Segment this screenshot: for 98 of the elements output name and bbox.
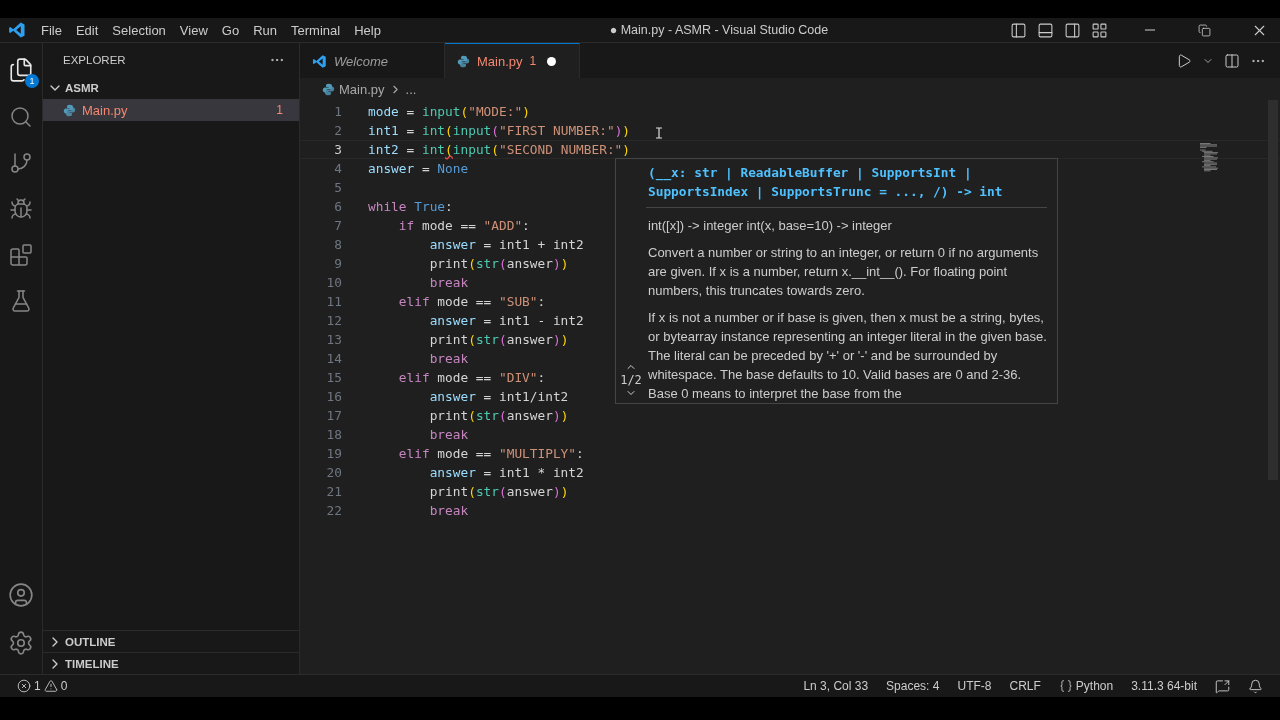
run-debug-icon[interactable] <box>9 197 33 221</box>
source-control-icon[interactable] <box>9 151 33 175</box>
code-line: print(str(answer)) <box>428 256 569 271</box>
menu-item[interactable]: Run <box>246 22 284 38</box>
text-cursor-icon <box>655 127 663 139</box>
page-counter: 1/2 <box>620 373 642 387</box>
code-line: elif mode == "MULTIPLY": <box>397 446 584 461</box>
status-item[interactable]: UTF-8 <box>950 679 999 693</box>
menu-item[interactable]: Edit <box>68 22 106 38</box>
code-line: print(str(answer)) <box>428 484 569 499</box>
doc-paragraph: int([x]) -> integer int(x, base=10) -> integer <box>648 217 893 235</box>
menu-item[interactable]: Go <box>214 22 247 38</box>
status-item[interactable]: Spaces: 4 <box>879 679 947 693</box>
problems-indicator[interactable]: 1 0 <box>10 679 75 693</box>
python-file-icon <box>457 54 470 68</box>
line-number: 9 <box>333 256 343 271</box>
line-number: 8 <box>333 237 343 252</box>
line-number: 17 <box>325 408 343 423</box>
feedback-icon[interactable] <box>1215 678 1230 694</box>
line-number: 19 <box>325 446 343 461</box>
line-number: 3 <box>333 142 343 157</box>
account-icon[interactable] <box>8 582 34 608</box>
line-number: 6 <box>333 199 343 214</box>
line-number: 13 <box>325 332 343 347</box>
signature-text: (__x: str | ReadableBuffer | SupportsInt | SupportsIndex | SupportsTrunc = ..., /) -> int <box>646 159 1047 208</box>
line-number: 16 <box>325 389 343 404</box>
sidebar-title: EXPLORER <box>63 54 126 66</box>
files-icon[interactable] <box>8 57 34 83</box>
secondary-sidebar-icon[interactable] <box>1064 21 1081 39</box>
window-title: ● Main.py - ASMR - Visual Studio Code <box>608 23 830 37</box>
code-line: while True: <box>368 199 453 214</box>
folder-item[interactable]: ASMR <box>43 77 299 99</box>
code-line: answer = None <box>368 161 469 176</box>
tree-item[interactable]: Main.py 1 <box>43 99 299 121</box>
warning-icon <box>43 679 58 693</box>
code-line: int1 = int(input("FIRST NUMBER:")) <box>368 123 631 138</box>
logo-icon <box>312 53 327 69</box>
status-item[interactable]: CRLF <box>1002 679 1048 693</box>
menu-item[interactable]: Selection <box>105 22 173 38</box>
menu-item[interactable]: File <box>34 22 69 38</box>
line-number: 18 <box>325 427 343 442</box>
doc-paragraph: If x is not a number or if base is given, then x must be a string, bytes, or bytearray instance representing an integer literal in the given base. The literal can be preceded by '+' or '-' and be surrounded by whitespace. The base defaults to 10. Valid bases are 0 and 2-36. Base 0 means to interpret the base from the <box>648 309 1047 403</box>
line-number: 15 <box>325 370 343 385</box>
line-number: 22 <box>325 503 343 518</box>
sidebar-toggle-icon[interactable] <box>1010 21 1027 39</box>
code-line: int2 = int(input("SECOND NUMBER:") <box>368 142 631 157</box>
split-editor-icon[interactable] <box>1224 52 1240 69</box>
interpreter-item[interactable]: 3.11.3 64-bit <box>1124 679 1204 693</box>
code-line: elif mode == "SUB": <box>397 294 546 309</box>
section-header[interactable]: OUTLINE <box>43 630 299 652</box>
restore-icon[interactable] <box>1198 23 1211 37</box>
code-line: elif mode == "DIV": <box>397 370 546 385</box>
line-number: 11 <box>325 294 343 309</box>
line-number: 1 <box>333 104 343 119</box>
code-line: break <box>428 351 469 366</box>
code-line: print(str(answer)) <box>428 408 569 423</box>
language-mode[interactable]: Python <box>1051 679 1121 693</box>
code-line: mode = input("MODE:") <box>368 104 530 119</box>
doc-paragraph: Convert a number or string to an integer, or return 0 if no arguments are given. If x is a number, return x.__int__(). For floating point numbers, this truncates towards zero. <box>648 244 1040 300</box>
line-number: 20 <box>325 465 343 480</box>
status-item[interactable]: Ln 3, Col 33 <box>796 679 876 693</box>
breadcrumb-item[interactable]: ... <box>405 81 417 97</box>
line-number: 2 <box>333 123 343 138</box>
run-icon[interactable] <box>1176 52 1192 69</box>
code-line: answer = int1/int2 <box>428 389 569 404</box>
line-number: 7 <box>333 218 343 233</box>
panel-toggle-icon[interactable] <box>1037 21 1054 39</box>
line-number: 12 <box>325 313 343 328</box>
line-number: 5 <box>333 180 343 195</box>
settings-icon[interactable] <box>8 630 34 656</box>
code-line: break <box>428 427 469 442</box>
code-line: answer = int1 * int2 <box>428 465 584 480</box>
error-icon <box>17 679 31 693</box>
code-line: answer = int1 - int2 <box>428 313 584 328</box>
braces-icon <box>1058 679 1073 693</box>
line-number: 21 <box>325 484 343 499</box>
menu-item[interactable]: Help <box>347 22 388 38</box>
code-line: print(str(answer)) <box>428 332 569 347</box>
code-line: break <box>428 275 469 290</box>
editor-tab[interactable]: Main.py 1 <box>445 43 580 78</box>
code-line: answer = int1 + int2 <box>428 237 584 252</box>
explorer-badge: 1 <box>25 74 39 88</box>
breadcrumb-item[interactable]: Main.py <box>339 81 385 97</box>
flask-icon[interactable] <box>9 289 33 313</box>
line-number: 10 <box>325 275 343 290</box>
notifications-icon[interactable] <box>1248 678 1263 694</box>
extensions-icon[interactable] <box>9 243 33 267</box>
python-file-icon <box>322 82 335 96</box>
layout-icon[interactable] <box>1091 21 1108 39</box>
logo-icon <box>8 21 26 39</box>
code-line: if mode == "ADD": <box>397 218 530 233</box>
search-icon[interactable] <box>9 105 33 129</box>
menu-item[interactable]: Terminal <box>284 22 348 38</box>
line-number: 4 <box>333 161 343 176</box>
line-number: 14 <box>325 351 343 366</box>
menu-item[interactable]: View <box>172 22 215 38</box>
code-line: break <box>428 503 469 518</box>
python-file-icon <box>63 103 76 117</box>
